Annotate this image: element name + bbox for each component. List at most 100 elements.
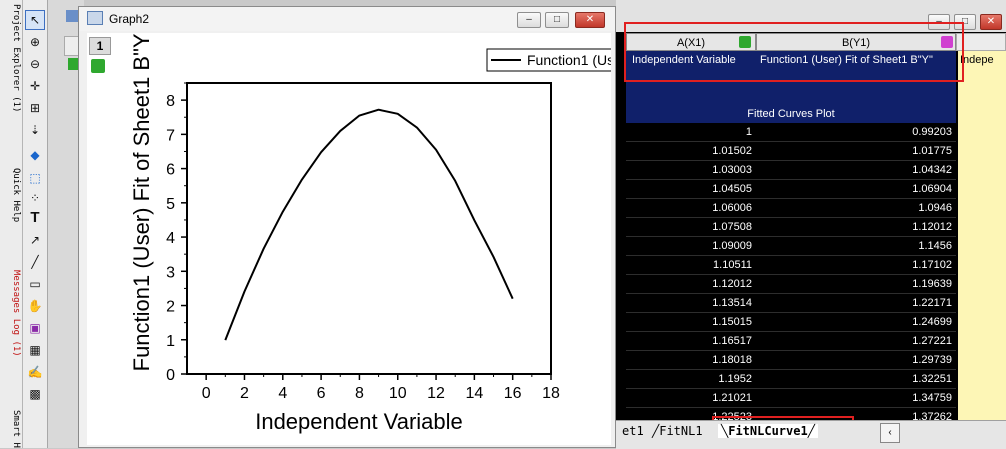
y-tick-label: 3 bbox=[166, 264, 175, 281]
plot-frame bbox=[186, 82, 552, 375]
project-explorer-tab[interactable]: Project Explorer (1) bbox=[1, 4, 21, 112]
x-tick-label: 0 bbox=[202, 385, 211, 402]
x-tick-label: 6 bbox=[317, 385, 326, 402]
tab-sheet1[interactable]: et1 bbox=[622, 424, 644, 438]
cell-b[interactable]: 1.34759 bbox=[756, 389, 956, 408]
cell-a[interactable]: 1.18018 bbox=[626, 351, 756, 370]
cell-b[interactable]: 1.12012 bbox=[756, 218, 956, 237]
y-tick-label: 4 bbox=[166, 230, 175, 247]
insert-graph-icon[interactable]: ▣ bbox=[25, 318, 45, 338]
zoom-out-icon[interactable]: ⊖ bbox=[25, 54, 45, 74]
cell-b[interactable]: 1.01775 bbox=[756, 142, 956, 161]
cell-b[interactable]: 1.32251 bbox=[756, 370, 956, 389]
cell-a[interactable]: 1.06006 bbox=[626, 199, 756, 218]
highlight-box-headers bbox=[624, 22, 964, 82]
cell-a[interactable]: 1.01502 bbox=[626, 142, 756, 161]
close-button[interactable]: ✕ bbox=[575, 12, 605, 28]
mask-tool-icon[interactable]: ▩ bbox=[25, 384, 45, 404]
x-tick-label: 4 bbox=[278, 385, 287, 402]
cell-b[interactable]: 1.0946 bbox=[756, 199, 956, 218]
text-tool-icon[interactable]: T bbox=[25, 208, 45, 228]
graph-window-icon bbox=[87, 11, 103, 25]
rectangle-tool-icon[interactable]: ▭ bbox=[25, 274, 45, 294]
cell-b[interactable]: 1.06904 bbox=[756, 180, 956, 199]
pointer-tool-icon[interactable]: ↖ bbox=[25, 10, 45, 30]
legend-label: Function1 (Use bbox=[527, 52, 611, 68]
cell-a[interactable]: 1.12012 bbox=[626, 275, 756, 294]
line-chart: 0 2 4 6 8 10 12 14 16 18012345678Independent Vari… bbox=[129, 33, 611, 434]
cell-a[interactable]: 1.03003 bbox=[626, 161, 756, 180]
yellow-column-area bbox=[958, 105, 1006, 421]
y-tick-label: 7 bbox=[166, 127, 175, 144]
graph-title: Graph2 bbox=[109, 12, 150, 26]
cell-b[interactable]: 0.99203 bbox=[756, 123, 956, 142]
cell-b[interactable]: 1.29739 bbox=[756, 351, 956, 370]
zoom-in-icon[interactable]: ⊕ bbox=[25, 32, 45, 52]
cell-a[interactable]: 1.1952 bbox=[626, 370, 756, 389]
arrow-tool-icon[interactable]: ↗ bbox=[25, 230, 45, 250]
cell-a[interactable]: 1.09009 bbox=[626, 237, 756, 256]
wks-close-button[interactable]: ✕ bbox=[980, 14, 1002, 30]
draw-data-icon[interactable]: ⁘ bbox=[25, 188, 45, 208]
graph-page: 1 0 2 4 6 8 10 12 14 16 18 0 1 2 3 4 5 6 7 8 Independent Va… bbox=[87, 33, 611, 445]
quick-help-tab[interactable]: Quick Help bbox=[1, 168, 21, 222]
cell-a[interactable]: 1.15015 bbox=[626, 313, 756, 332]
tab-fitnlcurve1-label: FitNLCurve1 bbox=[728, 424, 808, 438]
region-of-interest-icon[interactable]: ⬚ bbox=[25, 168, 45, 188]
insert-table-icon[interactable]: ▦ bbox=[25, 340, 45, 360]
x-tick-label: 16 bbox=[504, 385, 522, 402]
sheet-tabs-bar: et1 ╱FitNL1 ╲FitNLCurve1╱ ‹ bbox=[616, 420, 1006, 449]
cell-a[interactable]: 1.13514 bbox=[626, 294, 756, 313]
x-tick-label: 10 bbox=[389, 385, 407, 402]
screen-reader-icon[interactable]: ⊞ bbox=[25, 98, 45, 118]
x-tick-label: 8 bbox=[355, 385, 364, 402]
cell-b[interactable]: 1.19639 bbox=[756, 275, 956, 294]
cell-b[interactable]: 1.22171 bbox=[756, 294, 956, 313]
y-tick-label: 6 bbox=[166, 162, 175, 179]
y-axis-label: Function1 (User) Fit of Sheet1 B"Y" bbox=[129, 33, 154, 371]
smart-hint-tab[interactable]: Smart H bbox=[1, 410, 21, 448]
y-tick-label: 2 bbox=[166, 299, 175, 316]
hand-tool-icon[interactable]: ✋ bbox=[25, 296, 45, 316]
yellow-column-area bbox=[958, 69, 1006, 105]
cell-b[interactable]: 1.24699 bbox=[756, 313, 956, 332]
comment-cell-c[interactable]: Indepe bbox=[958, 51, 1006, 69]
cell-b[interactable]: 1.17102 bbox=[756, 256, 956, 275]
y-tick-label: 5 bbox=[166, 196, 175, 213]
x-tick-label: 2 bbox=[240, 385, 249, 402]
maximize-button[interactable]: □ bbox=[545, 12, 569, 28]
y-tick-label: 8 bbox=[166, 93, 175, 110]
tab-fitnlcurve1[interactable]: ╲FitNLCurve1╱ bbox=[718, 424, 818, 438]
cell-a[interactable]: 1.16517 bbox=[626, 332, 756, 351]
tab-fitnl1-label: FitNL1 bbox=[659, 424, 703, 438]
group-label-row[interactable]: Fitted Curves Plot bbox=[626, 105, 956, 123]
side-panels: Project Explorer (1) Quick Help Messages… bbox=[0, 0, 23, 448]
minimize-button[interactable]: – bbox=[517, 12, 541, 28]
cell-a[interactable]: 1.04505 bbox=[626, 180, 756, 199]
annotation-icon[interactable]: ✍ bbox=[25, 362, 45, 382]
cell-b[interactable]: 1.1456 bbox=[756, 237, 956, 256]
x-tick-label: 12 bbox=[427, 385, 445, 402]
tools-toolbar: ↖ ⊕ ⊖ ✛ ⊞ ⇣ ◆ ⬚ ⁘ T ↗ ╱ ▭ ✋ ▣ ▦ ✍ ▩ bbox=[23, 0, 48, 448]
y-tick-label: 0 bbox=[166, 367, 175, 384]
x-tick-label: 14 bbox=[465, 385, 483, 402]
cell-b[interactable]: 1.04342 bbox=[756, 161, 956, 180]
messages-log-tab[interactable]: Messages Log (1) bbox=[1, 270, 21, 357]
data-reader-icon[interactable]: ⇣ bbox=[25, 120, 45, 140]
cell-a[interactable]: 1.21021 bbox=[626, 389, 756, 408]
line-tool-icon[interactable]: ╱ bbox=[25, 252, 45, 272]
graph-title-bar[interactable]: Graph2 – □ ✕ bbox=[79, 7, 615, 31]
cell-a[interactable]: 1 bbox=[626, 123, 756, 142]
data-selector-icon[interactable]: ◆ bbox=[25, 145, 45, 165]
tab-fitnl1[interactable]: ╱FitNL1 bbox=[652, 424, 703, 438]
y-tick-label: 1 bbox=[166, 333, 175, 350]
cell-a[interactable]: 1.10511 bbox=[626, 256, 756, 275]
crosshair-tool-icon[interactable]: ✛ bbox=[25, 76, 45, 96]
scroll-left-icon[interactable]: ‹ bbox=[880, 423, 900, 443]
fit-curve-line[interactable] bbox=[224, 108, 514, 341]
cell-b[interactable]: 1.27221 bbox=[756, 332, 956, 351]
graph-window[interactable]: Graph2 – □ ✕ 1 0 2 4 6 8 10 12 14 16 18 0 1 2 3 4 5 6 7 8 I… bbox=[78, 6, 616, 448]
x-tick-label: 18 bbox=[542, 385, 560, 402]
x-axis-label: Independent Variable bbox=[255, 409, 463, 434]
cell-a[interactable]: 1.07508 bbox=[626, 218, 756, 237]
